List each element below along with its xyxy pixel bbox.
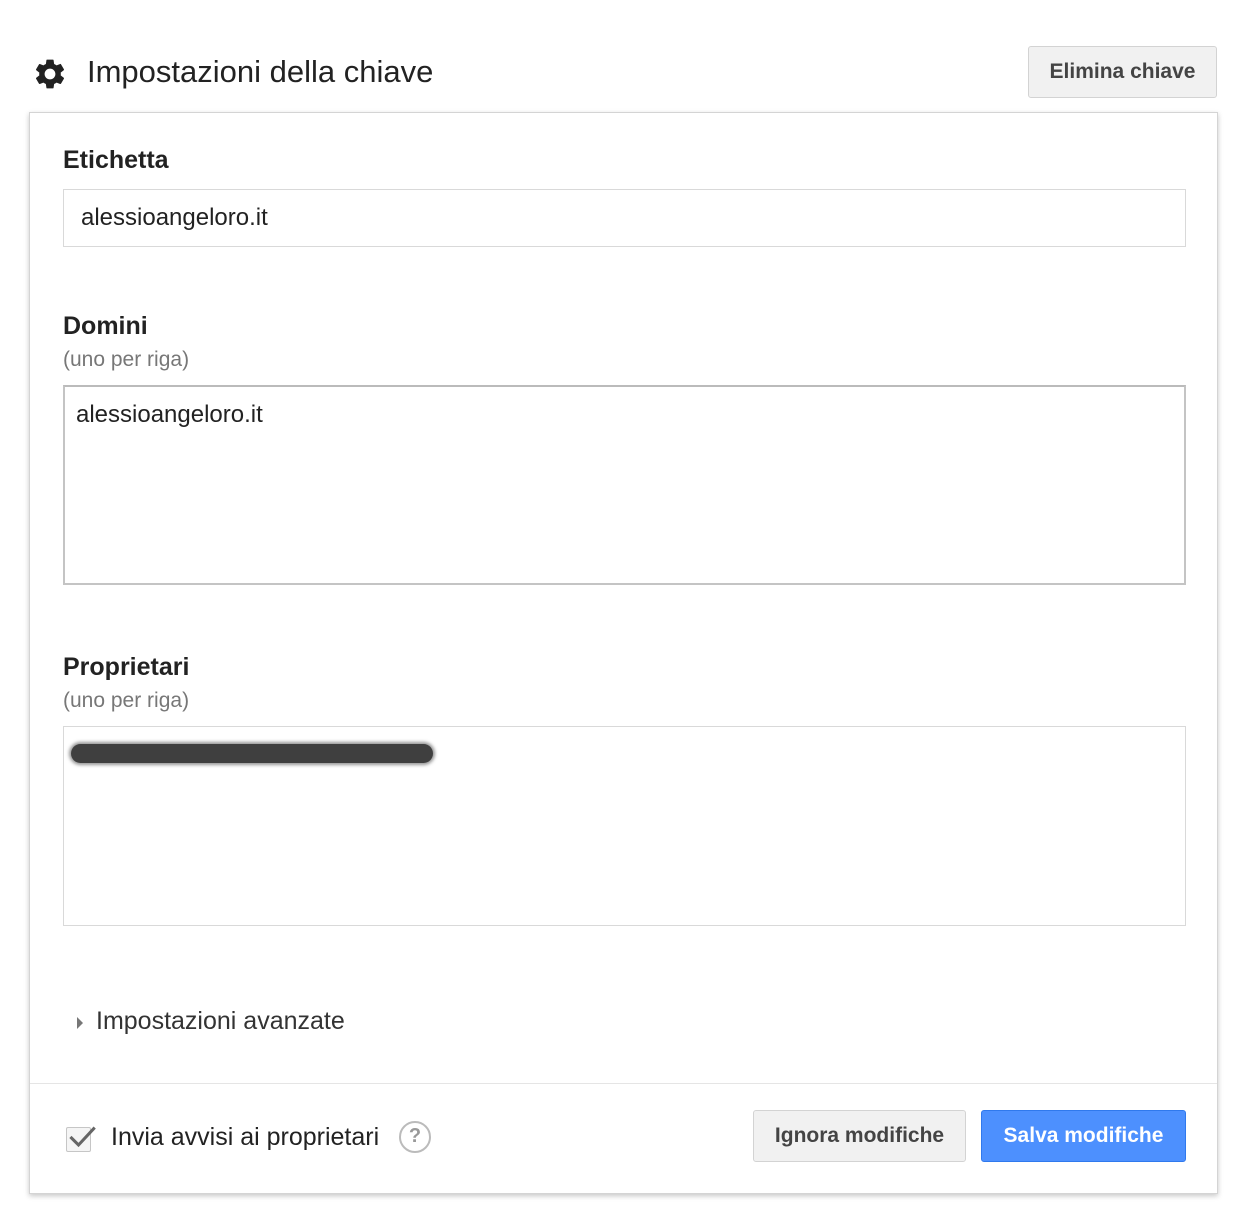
- domains-textarea[interactable]: alessioangeloro.it: [63, 385, 1186, 585]
- advanced-settings-toggle[interactable]: Impostazioni avanzate: [74, 1005, 345, 1041]
- label-field-label: Etichetta: [63, 146, 169, 174]
- settings-header: Impostazioni della chiave Elimina chiave: [29, 45, 1218, 105]
- help-circle-icon[interactable]: ?: [399, 1121, 431, 1153]
- label-input[interactable]: alessioangeloro.it: [63, 189, 1186, 247]
- page-title: Impostazioni della chiave: [87, 54, 434, 89]
- notify-owners-label: Invia avvisi ai proprietari: [111, 1123, 380, 1151]
- notify-owners-checkbox[interactable]: [66, 1126, 96, 1152]
- advanced-settings-label: Impostazioni avanzate: [96, 1007, 345, 1035]
- delete-key-button[interactable]: Elimina chiave: [1028, 46, 1217, 98]
- gear-icon: [32, 56, 68, 92]
- caret-right-icon: [77, 1017, 83, 1029]
- checkmark-icon: [69, 1126, 96, 1148]
- save-changes-button[interactable]: Salva modifiche: [981, 1110, 1186, 1162]
- domains-hint: (uno per riga): [63, 348, 190, 371]
- owners-textarea[interactable]: [63, 726, 1186, 926]
- owners-label: Proprietari: [63, 653, 190, 681]
- owners-hint: (uno per riga): [63, 689, 190, 712]
- ignore-changes-button[interactable]: Ignora modifiche: [753, 1110, 966, 1162]
- redacted-email: [71, 744, 433, 763]
- domains-label: Domini: [63, 312, 148, 340]
- footer-divider: [30, 1083, 1217, 1084]
- key-settings-card: Etichetta alessioangeloro.it Domini (uno…: [29, 112, 1218, 1194]
